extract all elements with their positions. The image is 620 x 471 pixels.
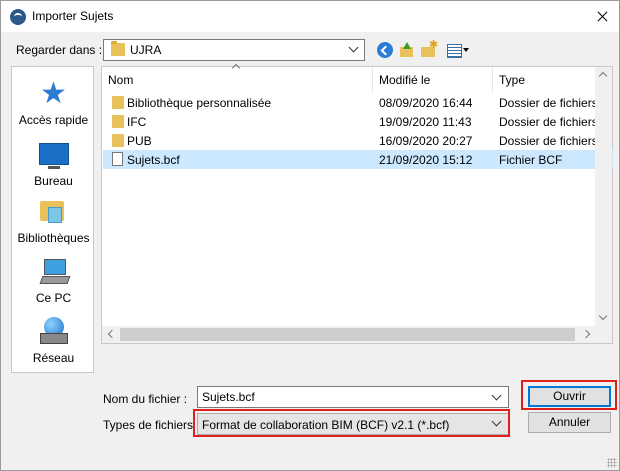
file-type-label: Types de fichiers : [103,418,200,432]
place-label: Bureau [34,174,73,188]
file-name: PUB [127,134,152,148]
title-bar: Importer Sujets [1,1,619,32]
chevron-down-icon [491,416,502,427]
vertical-scrollbar[interactable] [595,67,612,327]
app-logo-icon [10,9,26,25]
file-modified: 08/09/2020 16:44 [379,96,473,110]
list-item-selected[interactable]: Sujets.bcf 21/09/2020 15:12 Fichier BCF [103,150,613,169]
chevron-down-icon[interactable] [491,390,502,401]
scroll-down-icon[interactable] [598,311,608,321]
window-title: Importer Sujets [32,9,114,23]
libraries-icon [38,197,70,227]
file-type-value: Format de collaboration BIM (BCF) v2.1 (… [202,418,450,432]
column-header-name[interactable]: Nom [102,63,373,92]
new-folder-icon[interactable] [421,38,438,58]
chevron-down-icon [348,42,359,53]
open-button[interactable]: Ouvrir [528,386,611,407]
file-name-label: Nom du fichier : [103,392,188,406]
file-type-dropdown[interactable]: Format de collaboration BIM (BCF) v2.1 (… [197,413,509,435]
folder-icon [112,96,124,109]
folder-up-icon[interactable] [399,42,415,58]
file-modified: 16/09/2020 20:27 [379,134,473,148]
scrollbar-thumb[interactable] [120,328,575,341]
scroll-left-icon[interactable] [107,329,117,339]
list-item[interactable]: Bibliothèque personnalisée 08/09/2020 16… [103,93,613,112]
network-icon [38,317,70,347]
import-dialog: Importer Sujets Regarder dans : UJRA ★ A… [0,0,620,471]
place-network[interactable]: Réseau [12,317,95,365]
place-this-pc[interactable]: Ce PC [12,257,95,305]
column-header-modified[interactable]: Modifié le [373,67,493,92]
file-name-value: Sujets.bcf [202,390,255,404]
list-item[interactable]: IFC 19/09/2020 11:43 Dossier de fichiers [103,112,613,131]
file-name: Sujets.bcf [127,153,180,167]
list-item[interactable]: PUB 16/09/2020 20:27 Dossier de fichiers [103,131,613,150]
file-list: Nom Modifié le Type Bibliothèque personn… [101,63,613,344]
file-type: Dossier de fichiers [499,115,598,129]
column-header-type[interactable]: Type [493,67,596,92]
file-type: Dossier de fichiers [499,96,598,110]
place-label: Accès rapide [18,113,89,127]
column-header-label: Modifié le [379,73,431,87]
place-libraries[interactable]: Bibliothèques [12,197,95,245]
look-in-label: Regarder dans : [16,43,103,57]
folder-icon [112,134,124,147]
quick-access-star-icon: ★ [40,77,67,110]
folder-icon [112,115,124,128]
file-name-input[interactable]: Sujets.bcf [197,386,509,408]
view-menu-icon[interactable] [447,42,469,58]
column-header-label: Nom [108,73,134,87]
places-bar: ★ Accès rapide Bureau Bibliothèques Ce P… [11,66,94,373]
file-type: Dossier de fichiers [499,134,598,148]
close-icon[interactable] [585,1,619,32]
look-in-dropdown[interactable]: UJRA [103,39,365,61]
sort-ascending-icon [231,63,241,73]
horizontal-scrollbar[interactable] [102,326,612,343]
back-arrow-icon[interactable] [377,42,393,58]
file-name: IFC [127,115,147,129]
computer-icon [38,257,70,287]
scroll-right-icon[interactable] [581,329,591,339]
folder-icon [111,41,125,56]
desktop-icon [38,143,69,169]
place-label: Réseau [32,351,75,365]
place-desktop[interactable]: Bureau [12,139,95,188]
resize-grip[interactable] [607,458,617,468]
file-name: Bibliothèque personnalisée [127,96,272,110]
place-quick-access[interactable]: ★ Accès rapide [12,77,95,128]
place-label: Bibliothèques [17,231,90,245]
scroll-up-icon[interactable] [598,71,608,81]
cancel-button[interactable]: Annuler [528,412,611,433]
file-icon [112,152,123,166]
file-type: Fichier BCF [499,153,563,167]
file-modified: 19/09/2020 11:43 [379,115,472,129]
place-label: Ce PC [35,291,72,305]
file-modified: 21/09/2020 15:12 [379,153,473,167]
column-header-label: Type [499,73,526,87]
look-in-value: UJRA [130,43,162,57]
